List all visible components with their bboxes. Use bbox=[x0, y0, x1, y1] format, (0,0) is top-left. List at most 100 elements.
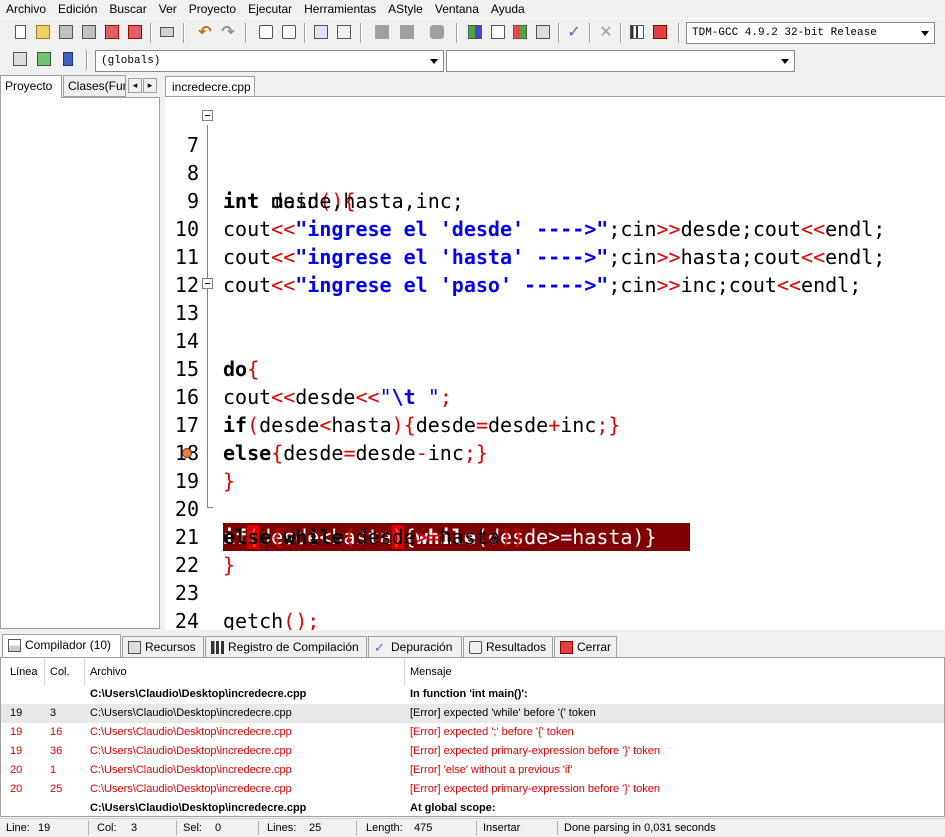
chevron-down-icon bbox=[430, 59, 438, 64]
rebuild-icon[interactable] bbox=[533, 22, 553, 42]
row-message: [Error] 'else' without a previous 'if' bbox=[410, 764, 573, 776]
open-file-icon[interactable] bbox=[33, 22, 53, 42]
stop-icon[interactable]: ✕ bbox=[596, 22, 616, 42]
tab-clases[interactable]: Clases(Fun bbox=[63, 75, 126, 97]
menu-archivo[interactable]: Archivo bbox=[0, 0, 52, 18]
class-browser-icon[interactable] bbox=[10, 49, 30, 69]
save-all-icon[interactable] bbox=[79, 22, 99, 42]
close-all-icon[interactable] bbox=[125, 22, 145, 42]
code-line: 20 else{while(desde>=hasta)} bbox=[165, 467, 945, 549]
save-icon[interactable] bbox=[56, 22, 76, 42]
run-icon[interactable] bbox=[488, 22, 508, 42]
chevron-down-icon bbox=[921, 31, 929, 36]
check-syntax-icon[interactable]: ✓ bbox=[564, 22, 584, 42]
profile-icon[interactable] bbox=[627, 22, 647, 42]
indent-icon[interactable] bbox=[334, 22, 354, 42]
table-row[interactable]: 19 36 C:\Users\Claudio\Desktop\incredecr… bbox=[1, 742, 944, 761]
status-sel-label: Sel: bbox=[183, 822, 202, 834]
code-line: 14 bbox=[165, 299, 945, 353]
table-row[interactable]: 20 1 C:\Users\Claudio\Desktop\incredecre… bbox=[1, 761, 944, 780]
table-row[interactable]: C:\Users\Claudio\Desktop\incredecre.cpp … bbox=[1, 799, 944, 816]
header-mensaje[interactable]: Mensaje bbox=[410, 658, 452, 686]
menu-ver[interactable]: Ver bbox=[153, 0, 183, 18]
code-line: 12 bbox=[165, 243, 945, 297]
status-mode: Insertar bbox=[483, 822, 521, 834]
menu-proyecto[interactable]: Proyecto bbox=[183, 0, 242, 18]
compile-run-icon[interactable] bbox=[510, 22, 530, 42]
fold-toggle-icon[interactable] bbox=[202, 110, 213, 121]
status-length-label: Length: bbox=[366, 822, 403, 834]
status-message: Done parsing in 0,031 seconds bbox=[564, 822, 716, 834]
code-line: 15 cout<<desde<<"\t "; bbox=[165, 327, 945, 409]
project-tree[interactable] bbox=[0, 97, 160, 629]
tab-recursos[interactable]: Recursos bbox=[122, 636, 204, 658]
scope-select-value: (globals) bbox=[101, 55, 161, 67]
print-icon[interactable] bbox=[157, 22, 177, 42]
delete-profile-icon[interactable] bbox=[650, 22, 670, 42]
tab-resultados[interactable]: Resultados bbox=[463, 636, 553, 658]
add-to-project-icon[interactable] bbox=[34, 49, 54, 69]
find-icon[interactable] bbox=[256, 22, 276, 42]
menu-bar: Archivo Edición Buscar Ver Proyecto Ejec… bbox=[0, 0, 945, 18]
new-file-icon[interactable] bbox=[10, 22, 30, 42]
code-editor[interactable]: 7 int main(){ 8 int desde,hasta,inc; 9 c… bbox=[165, 96, 945, 630]
tab-depuracion[interactable]: ✓ Depuración bbox=[368, 636, 462, 658]
redo-icon[interactable]: ↷ bbox=[218, 22, 238, 42]
project-options-icon[interactable] bbox=[58, 49, 78, 69]
menu-ventana[interactable]: Ventana bbox=[429, 0, 485, 18]
code-line: 22 bbox=[165, 523, 945, 577]
undo-icon[interactable]: ↶ bbox=[195, 22, 215, 42]
code-line: 25 } bbox=[165, 607, 945, 630]
menu-herramientas[interactable]: Herramientas bbox=[298, 0, 382, 18]
close-icon bbox=[560, 641, 573, 654]
chevron-down-icon bbox=[781, 59, 789, 64]
code-line: 16 if(desde<hasta){desde=desde+inc;} bbox=[165, 355, 945, 437]
row-line: 20 bbox=[10, 783, 23, 795]
compiler-select[interactable]: TDM-GCC 4.9.2 32-bit Release bbox=[686, 22, 935, 44]
messages-header: Línea Col. Archivo Mensaje bbox=[1, 658, 944, 686]
table-row[interactable]: C:\Users\Claudio\Desktop\incredecre.cpp … bbox=[1, 685, 944, 704]
menu-edicion[interactable]: Edición bbox=[52, 0, 103, 18]
tab-scroll-left-icon[interactable]: ◂ bbox=[128, 78, 142, 93]
status-bar: Line: 19 Col: 3 Sel: 0 Lines: 25 Length:… bbox=[0, 818, 945, 836]
row-col: 1 bbox=[50, 764, 57, 776]
code-line: 11 cout<<"ingrese el 'paso' ----->";cin>… bbox=[165, 215, 945, 297]
menu-astyle[interactable]: AStyle bbox=[382, 0, 429, 18]
menu-buscar[interactable]: Buscar bbox=[103, 0, 152, 18]
next-bookmark-icon[interactable] bbox=[397, 22, 417, 42]
tab-incredecre[interactable]: incredecre.cpp bbox=[165, 76, 255, 97]
tab-compilador[interactable]: Compilador (10) bbox=[2, 634, 121, 658]
header-linea[interactable]: Línea bbox=[10, 658, 38, 686]
tab-proyecto[interactable]: Proyecto bbox=[0, 75, 62, 98]
row-col: 3 bbox=[50, 707, 57, 719]
table-row[interactable]: 19 16 C:\Users\Claudio\Desktop\incredecr… bbox=[1, 723, 944, 742]
row-line: 20 bbox=[10, 764, 23, 776]
tab-scroll-right-icon[interactable]: ▸ bbox=[143, 78, 157, 93]
bar-chart-icon bbox=[211, 641, 224, 654]
row-col: 16 bbox=[50, 726, 63, 738]
menu-ejecutar[interactable]: Ejecutar bbox=[242, 0, 298, 18]
header-archivo[interactable]: Archivo bbox=[90, 658, 127, 686]
bottom-tabs: Compilador (10) Recursos Registro de Com… bbox=[0, 634, 945, 658]
scope-select[interactable]: (globals) bbox=[95, 50, 444, 72]
tab-recursos-label: Recursos bbox=[145, 640, 196, 654]
table-row[interactable]: 20 25 C:\Users\Claudio\Desktop\incredecr… bbox=[1, 780, 944, 799]
fold-toggle-icon[interactable] bbox=[202, 278, 213, 289]
check-icon: ✓ bbox=[374, 640, 385, 655]
function-select[interactable] bbox=[446, 50, 795, 72]
row-file: C:\Users\Claudio\Desktop\incredecre.cpp bbox=[90, 764, 292, 776]
compile-icon[interactable] bbox=[465, 22, 485, 42]
tab-cerrar[interactable]: Cerrar bbox=[554, 636, 617, 658]
code-line: 23 getch(); bbox=[165, 551, 945, 630]
prev-bookmark-icon[interactable] bbox=[372, 22, 392, 42]
menu-ayuda[interactable]: Ayuda bbox=[485, 0, 531, 18]
replace-icon[interactable] bbox=[279, 22, 299, 42]
header-col[interactable]: Col. bbox=[50, 658, 70, 686]
toggle-comment-icon[interactable] bbox=[427, 22, 447, 42]
compiler-messages[interactable]: Línea Col. Archivo Mensaje C:\Users\Clau… bbox=[0, 657, 945, 817]
table-row[interactable]: 19 3 C:\Users\Claudio\Desktop\incredecre… bbox=[1, 704, 944, 723]
goto-line-icon[interactable] bbox=[311, 22, 331, 42]
status-lines: 25 bbox=[309, 822, 322, 834]
close-file-icon[interactable] bbox=[102, 22, 122, 42]
tab-registro[interactable]: Registro de Compilación bbox=[205, 636, 367, 658]
